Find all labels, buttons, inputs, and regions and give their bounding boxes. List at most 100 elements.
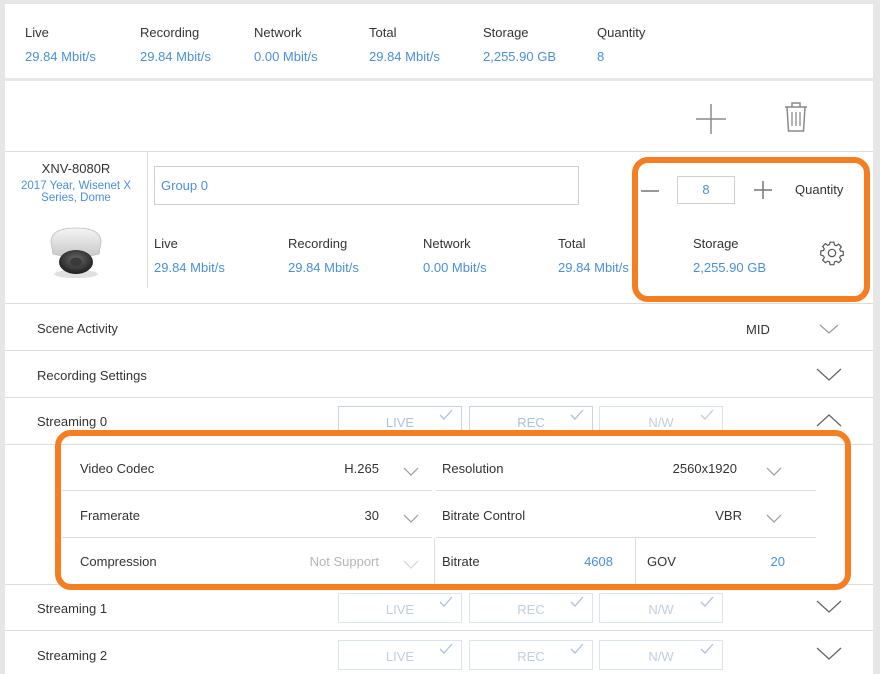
camera-total-value: 29.84 Mbit/s [558, 260, 629, 275]
framerate-label: Framerate [80, 508, 140, 523]
summary-recording-label: Recording [140, 25, 200, 40]
resolution-dropdown[interactable] [766, 465, 790, 479]
summary-total-label: Total [369, 25, 397, 40]
compression-select[interactable]: Not Support [285, 554, 379, 569]
chevron-down-icon [819, 324, 839, 334]
check-icon [570, 643, 584, 654]
scene-activity-label: Scene Activity [37, 321, 118, 336]
main-panel: Live 29.84 Mbit/s Recording 29.84 Mbit/s… [5, 4, 873, 674]
camera-storage-value: 2,255.90 GB [693, 260, 766, 275]
quantity-label: Quantity [795, 182, 844, 197]
summary-storage-value: 2,255.90 GB [483, 49, 556, 64]
scene-activity-dropdown[interactable] [819, 324, 843, 338]
streaming-2-label[interactable]: Streaming 2 [37, 648, 107, 663]
toolbar [5, 81, 873, 152]
divider [436, 490, 816, 491]
divider [5, 584, 873, 585]
scene-activity-value[interactable]: MID [746, 322, 770, 337]
camera-storage-label: Storage [693, 236, 739, 251]
video-codec-select[interactable]: H.265 [305, 461, 379, 476]
bitrate-input[interactable]: 4608 [561, 554, 613, 569]
camera-total-clip: 29.84 Mbit/s [558, 260, 634, 275]
camera-image [45, 224, 107, 283]
summary-bar: Live 29.84 Mbit/s Recording 29.84 Mbit/s… [5, 4, 873, 81]
chevron-down-icon [816, 600, 842, 613]
camera-recording-value: 29.84 Mbit/s [288, 260, 359, 275]
quantity-increment-button[interactable] [753, 180, 773, 203]
streaming-0-rec-toggle[interactable]: REC [469, 406, 593, 436]
group-name-input[interactable]: Group 0 [154, 166, 579, 205]
bitrate-control-dropdown[interactable] [766, 512, 790, 526]
framerate-select[interactable]: 30 [305, 508, 379, 523]
divider [434, 538, 435, 584]
streaming-2-live-toggle[interactable]: LIVE [338, 640, 462, 670]
gov-input[interactable]: 20 [745, 554, 785, 569]
streaming-1-expand[interactable] [816, 600, 842, 614]
trash-icon [785, 102, 807, 132]
check-icon [700, 409, 714, 420]
summary-network-value: 0.00 Mbit/s [254, 49, 318, 64]
camera-model: XNV-8080R [41, 161, 111, 176]
check-icon [570, 409, 584, 420]
streaming-0-label[interactable]: Streaming 0 [37, 414, 107, 429]
bitrate-control-select[interactable]: VBR [665, 508, 742, 523]
summary-total-value: 29.84 Mbit/s [369, 49, 440, 64]
compression-dropdown [403, 558, 427, 572]
check-icon [570, 596, 584, 607]
check-icon [439, 409, 453, 420]
divider [62, 537, 432, 538]
divider [62, 490, 432, 491]
chevron-down-icon [403, 560, 419, 569]
check-icon [700, 596, 714, 607]
summary-quantity-value: 8 [597, 49, 605, 64]
video-codec-dropdown[interactable] [403, 465, 427, 479]
summary-storage-label: Storage [483, 25, 529, 40]
divider [5, 350, 873, 351]
streaming-0-live-toggle[interactable]: LIVE [338, 406, 462, 436]
divider [5, 303, 873, 304]
delete-button[interactable] [783, 101, 809, 136]
streaming-1-nw-toggle[interactable]: N/W [599, 593, 723, 623]
camera-total-label: Total [558, 236, 586, 251]
streaming-2-expand[interactable] [816, 647, 842, 661]
plus-icon [696, 104, 726, 134]
recording-settings-expand[interactable] [816, 368, 842, 382]
resolution-select[interactable]: 2560x1920 [645, 461, 737, 476]
divider [5, 397, 873, 398]
summary-recording-value: 29.84 Mbit/s [140, 49, 211, 64]
resolution-label: Resolution [442, 461, 504, 476]
streaming-1-live-toggle[interactable]: LIVE [338, 593, 462, 623]
camera-settings-button[interactable] [819, 240, 845, 269]
camera-network-label: Network [423, 236, 471, 251]
divider [635, 538, 636, 584]
chevron-down-icon [403, 514, 419, 523]
quantity-decrement-button[interactable] [640, 181, 660, 204]
check-icon [700, 643, 714, 654]
streaming-2-rec-toggle[interactable]: REC [469, 640, 593, 670]
bitrate-control-label: Bitrate Control [442, 508, 526, 523]
camera-live-label: Live [154, 236, 178, 251]
camera-live-value: 29.84 Mbit/s [154, 260, 225, 275]
gear-icon [820, 241, 844, 266]
streaming-1-label[interactable]: Streaming 1 [37, 601, 107, 616]
chevron-down-icon [816, 368, 842, 381]
quantity-input[interactable]: 8 [677, 176, 735, 204]
add-button[interactable] [695, 103, 727, 138]
recording-settings-label[interactable]: Recording Settings [37, 368, 147, 383]
chevron-up-icon [816, 414, 842, 427]
camera-recording-label: Recording [288, 236, 348, 251]
gov-label: GOV [647, 554, 676, 569]
plus-icon [754, 181, 772, 199]
camera-description: 2017 Year, Wisenet X Series, Dome [21, 180, 131, 204]
summary-live-value: 29.84 Mbit/s [25, 49, 96, 64]
streaming-0-collapse[interactable] [816, 413, 842, 427]
chevron-down-icon [766, 467, 782, 476]
chevron-down-icon [403, 467, 419, 476]
streaming-2-nw-toggle[interactable]: N/W [599, 640, 723, 670]
bitrate-label: Bitrate [442, 554, 480, 569]
chevron-down-icon [816, 647, 842, 660]
framerate-dropdown[interactable] [403, 512, 427, 526]
streaming-1-rec-toggle[interactable]: REC [469, 593, 593, 623]
summary-live-label: Live [25, 25, 49, 40]
streaming-0-nw-toggle[interactable]: N/W [599, 406, 723, 436]
